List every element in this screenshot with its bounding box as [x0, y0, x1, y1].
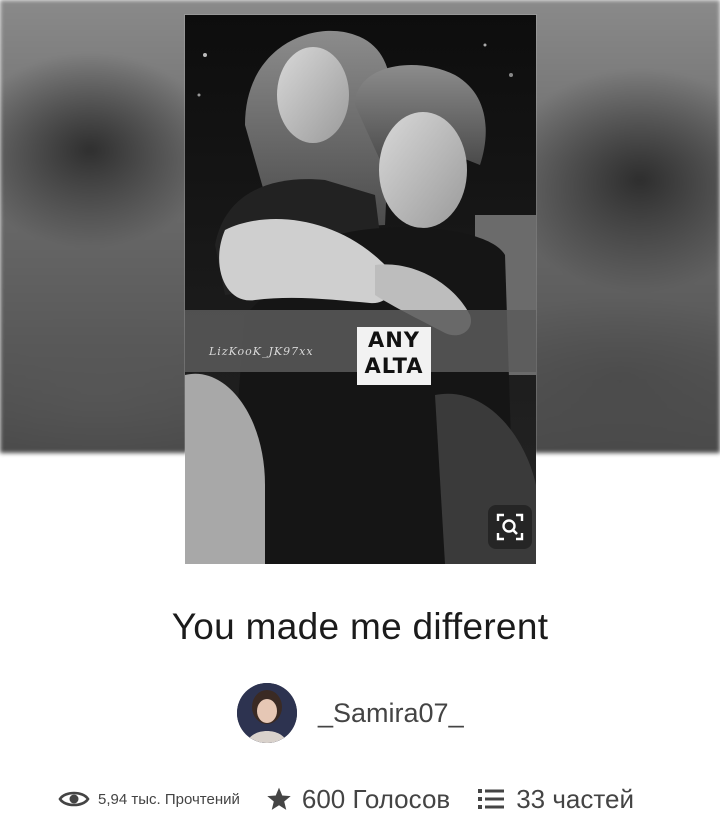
author-link[interactable]: _Samira07_	[237, 683, 464, 743]
parts-stat: 33 частей	[478, 784, 634, 815]
star-icon	[267, 787, 291, 810]
votes-stat: 600 Голосов	[266, 784, 450, 815]
story-details-page: LizKooK_JK97xx ANY ALTA You made me diffe…	[0, 0, 720, 816]
avatar-image	[237, 683, 297, 743]
parts-count: 33 частей	[516, 783, 634, 814]
reads-stat: 5,94 тыс. Прочтений	[58, 788, 240, 810]
story-cover-image[interactable]: LizKooK_JK97xx ANY ALTA	[185, 15, 536, 564]
author-avatar[interactable]	[237, 683, 297, 743]
story-stats: 5,94 тыс. Прочтений 600 Голосов 33 часте…	[58, 776, 634, 816]
zoom-cover-button[interactable]	[488, 505, 532, 549]
eye-icon	[58, 791, 90, 807]
cover-illustration	[185, 15, 536, 564]
cover-shirt-logo: ANY ALTA	[357, 327, 431, 385]
list-icon	[478, 789, 505, 809]
reads-count: 5,94 тыс. Прочтений	[98, 790, 240, 808]
zoom-search-icon	[496, 513, 524, 541]
author-name[interactable]: _Samira07_	[318, 698, 464, 729]
story-title: You made me different	[171, 606, 549, 647]
cover-watermark-text: LizKooK_JK97xx	[209, 345, 314, 358]
votes-count: 600 Голосов	[301, 783, 451, 814]
